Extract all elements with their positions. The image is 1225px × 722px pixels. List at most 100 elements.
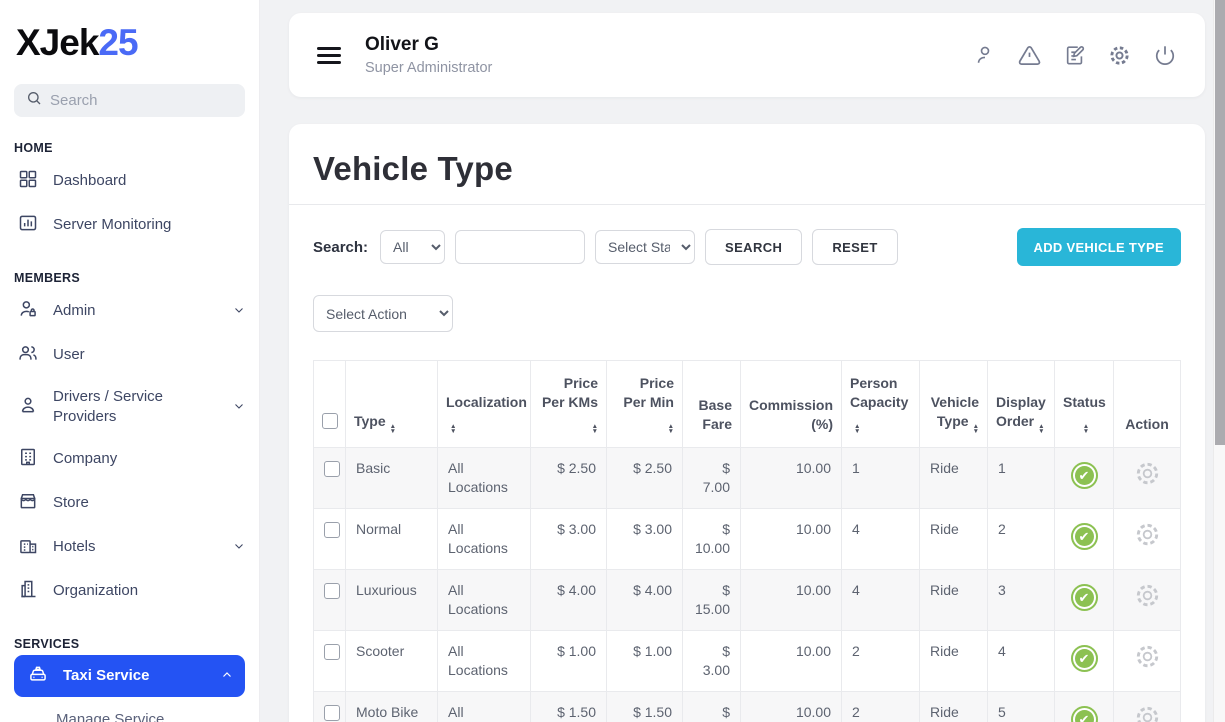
cell-localization: All Locations (438, 631, 531, 692)
search-button[interactable]: SEARCH (705, 229, 802, 265)
logo-text: XJek (16, 22, 98, 63)
cell-localization: All Locations (438, 692, 531, 722)
page-scrollbar[interactable] (1213, 0, 1225, 722)
cell-price-per-min: $ 1.50 (607, 692, 683, 722)
cell-display-order: 4 (988, 631, 1055, 692)
cell-localization: All Locations (438, 570, 531, 631)
column-header-base-fare: Base Fare (683, 361, 741, 448)
reset-button[interactable]: RESET (812, 229, 897, 265)
sidebar-item-company[interactable]: Company (0, 437, 259, 481)
sidebar-item-organization[interactable]: Organization (0, 569, 259, 613)
sidebar-item-drivers[interactable]: Drivers / Service Providers (0, 377, 259, 437)
column-header-price-per-min[interactable]: Price Per Min▲▼ (607, 361, 683, 448)
cell-display-order: 3 (988, 570, 1055, 631)
row-checkbox[interactable] (324, 644, 340, 660)
search-term-input[interactable] (455, 230, 585, 264)
status-select[interactable]: Select Status (595, 230, 695, 264)
cell-price-per-min: $ 2.50 (607, 448, 683, 509)
sidebar: XJek25 HOME Dashboard Server Monitoring … (0, 0, 260, 722)
settings-icon[interactable] (1107, 43, 1132, 68)
row-settings-icon[interactable] (1134, 704, 1161, 722)
sort-icon: ▲▼ (1038, 424, 1044, 434)
sort-icon: ▲▼ (1083, 424, 1089, 434)
report-icon[interactable] (1062, 43, 1087, 68)
cell-person-capacity: 2 (842, 631, 920, 692)
status-active-icon[interactable]: ✔ (1071, 523, 1098, 550)
row-checkbox[interactable] (324, 705, 340, 721)
store-icon (18, 491, 38, 515)
table-row: Luxurious All Locations $ 4.00 $ 4.00 $ … (314, 570, 1181, 631)
column-header-status[interactable]: Status▲▼ (1055, 361, 1114, 448)
bulk-action-select[interactable]: Select Action (313, 295, 453, 332)
cell-type: Scooter (346, 631, 438, 692)
sidebar-item-admin[interactable]: Admin (0, 289, 259, 333)
search-input[interactable] (50, 92, 233, 109)
title-divider (289, 204, 1205, 205)
select-all-checkbox[interactable] (322, 413, 338, 429)
alert-icon[interactable] (1017, 43, 1042, 68)
scrollbar-thumb[interactable] (1215, 0, 1225, 445)
cell-person-capacity: 4 (842, 570, 920, 631)
cell-price-per-min: $ 3.00 (607, 509, 683, 570)
cell-commission: 10.00 (741, 631, 842, 692)
row-settings-icon[interactable] (1134, 582, 1161, 614)
sidebar-item-hotels[interactable]: Hotels (0, 525, 259, 569)
top-header-bar: Oliver G Super Administrator (289, 13, 1205, 97)
menu-toggle-icon[interactable] (317, 43, 341, 68)
sort-icon: ▲▼ (668, 424, 674, 434)
sidebar-item-store[interactable]: Store (0, 481, 259, 525)
column-header-type[interactable]: Type▲▼ (346, 361, 438, 448)
sidebar-subitem-manage-service[interactable]: Manage Service (0, 697, 259, 722)
chevron-down-icon (233, 303, 245, 320)
user-info: Oliver G Super Administrator (365, 34, 492, 76)
filter-toolbar: Search: All Select Status SEARCH RESET A… (313, 228, 1181, 266)
main-area: Oliver G Super Administrator Vehicle Typ… (260, 0, 1213, 722)
status-active-icon[interactable]: ✔ (1071, 706, 1098, 722)
cell-price-per-kms: $ 1.50 (531, 692, 607, 722)
cell-price-per-kms: $ 1.00 (531, 631, 607, 692)
cell-commission: 10.00 (741, 692, 842, 722)
add-vehicle-type-button[interactable]: ADD VEHICLE TYPE (1017, 228, 1181, 266)
sort-icon: ▲▼ (973, 424, 979, 434)
column-header-vehicle-type[interactable]: Vehicle Type▲▼ (920, 361, 988, 448)
cell-display-order: 1 (988, 448, 1055, 509)
search-field-select[interactable]: All (380, 230, 445, 264)
sidebar-item-label: User (53, 345, 245, 365)
cell-price-per-kms: $ 3.00 (531, 509, 607, 570)
content-card: Vehicle Type Search: All Select Status S… (289, 124, 1205, 722)
sidebar-item-dashboard[interactable]: Dashboard (0, 159, 259, 203)
row-checkbox[interactable] (324, 522, 340, 538)
column-header-price-per-kms[interactable]: Price Per KMs▲▼ (531, 361, 607, 448)
cell-person-capacity: 2 (842, 692, 920, 722)
sidebar-item-taxi-service[interactable]: Taxi Service (14, 655, 245, 697)
cell-base-fare: $ 7.00 (683, 448, 741, 509)
row-checkbox[interactable] (324, 583, 340, 599)
column-header-localization[interactable]: Localization▲▼ (438, 361, 531, 448)
profile-icon[interactable] (972, 43, 997, 68)
row-settings-icon[interactable] (1134, 643, 1161, 675)
organization-icon (18, 579, 38, 603)
cell-commission: 10.00 (741, 509, 842, 570)
sidebar-item-server-monitoring[interactable]: Server Monitoring (0, 203, 259, 247)
row-checkbox[interactable] (324, 461, 340, 477)
users-icon (18, 343, 38, 367)
row-settings-icon[interactable] (1134, 460, 1161, 492)
sidebar-item-label: Store (53, 493, 245, 513)
column-header-display-order[interactable]: Display Order▲▼ (988, 361, 1055, 448)
table-row: Scooter All Locations $ 1.00 $ 1.00 $ 3.… (314, 631, 1181, 692)
status-active-icon[interactable]: ✔ (1071, 645, 1098, 672)
driver-icon (18, 395, 38, 419)
row-settings-icon[interactable] (1134, 521, 1161, 553)
sidebar-search[interactable] (14, 84, 245, 117)
user-role: Super Administrator (365, 60, 492, 76)
logout-icon[interactable] (1152, 43, 1177, 68)
column-header-person-capacity[interactable]: Person Capacity▲▼ (842, 361, 920, 448)
status-active-icon[interactable]: ✔ (1071, 462, 1098, 489)
hotels-icon (18, 535, 38, 559)
status-active-icon[interactable]: ✔ (1071, 584, 1098, 611)
cell-vehicle-type: Ride (920, 509, 988, 570)
sidebar-item-user[interactable]: User (0, 333, 259, 377)
sort-icon: ▲▼ (390, 424, 396, 434)
table-header-row: Type▲▼ Localization▲▼ Price Per KMs▲▼ Pr… (314, 361, 1181, 448)
table-row: Basic All Locations $ 2.50 $ 2.50 $ 7.00… (314, 448, 1181, 509)
